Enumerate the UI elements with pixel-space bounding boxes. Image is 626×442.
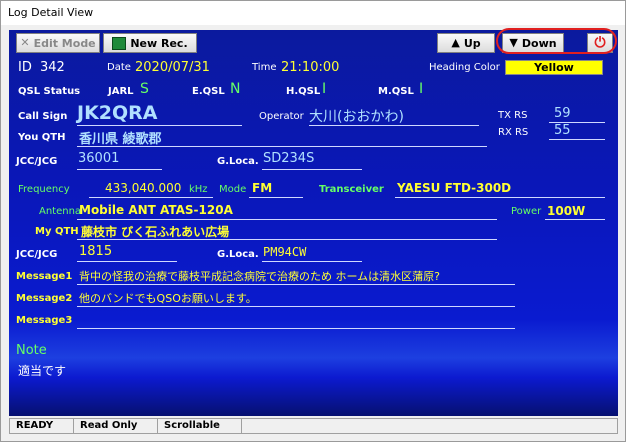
antenna-label: Antenna bbox=[39, 206, 82, 217]
up-button[interactable]: ▲ Up bbox=[437, 33, 495, 53]
tools-icon: ✕ bbox=[20, 36, 30, 49]
operator-underline bbox=[309, 125, 479, 126]
my-qth-underline bbox=[77, 239, 497, 240]
gloca-underline bbox=[262, 169, 362, 170]
detail-panel: ✕ Edit Mode New Rec. ▲ Up ▼ Down ⏻ ID 34… bbox=[9, 30, 618, 416]
transceiver-label: Transceiver bbox=[319, 184, 384, 195]
rxrs-underline bbox=[549, 139, 605, 140]
edit-mode-label: Edit Mode bbox=[33, 36, 96, 50]
operator-value[interactable]: 大川(おおかわ) bbox=[309, 106, 404, 126]
eqsl-label: E.QSL bbox=[192, 86, 225, 97]
transceiver-underline bbox=[395, 197, 605, 198]
jarl-label: JARL bbox=[108, 86, 134, 97]
heading-color-select[interactable]: Yellow bbox=[505, 60, 603, 75]
id-value: 342 bbox=[40, 60, 65, 75]
operator-label: Operator bbox=[259, 111, 304, 122]
transceiver-value[interactable]: YAESU FTD-300D bbox=[397, 181, 511, 195]
power-label: Power bbox=[511, 206, 542, 217]
mode-value[interactable]: FM bbox=[252, 181, 272, 195]
mode-label: Mode bbox=[219, 184, 247, 195]
my-jcc-label: JCC/JCG bbox=[16, 249, 58, 260]
time-value: 21:10:00 bbox=[281, 60, 340, 75]
mqsl-label: M.QSL bbox=[378, 86, 414, 97]
jcc-label: JCC/JCG bbox=[16, 156, 58, 167]
up-label: Up bbox=[463, 36, 481, 50]
message3-underline bbox=[77, 328, 515, 329]
jcc-underline bbox=[77, 169, 162, 170]
my-qth-value[interactable]: 藤枝市 びく石ふれあい広場 bbox=[81, 223, 229, 240]
txrs-value[interactable]: 59 bbox=[554, 106, 571, 121]
frequency-label: Frequency bbox=[18, 184, 70, 195]
hqsl-label: H.QSL bbox=[286, 86, 321, 97]
my-jcc-value[interactable]: 1815 bbox=[79, 244, 112, 259]
heading-color-label: Heading Color bbox=[429, 62, 500, 73]
new-record-button[interactable]: New Rec. bbox=[103, 33, 197, 53]
callsign-label: Call Sign bbox=[18, 111, 68, 122]
message2-underline bbox=[77, 306, 515, 307]
arrow-up-icon: ▲ bbox=[451, 36, 460, 49]
your-qth-underline bbox=[77, 146, 487, 147]
status-scrollable: Scrollable bbox=[157, 418, 242, 434]
mqsl-value: I bbox=[419, 81, 424, 97]
time-label: Time bbox=[252, 62, 277, 73]
gloca-value[interactable]: SD234S bbox=[263, 151, 314, 166]
antenna-value[interactable]: Mobile ANT ATAS-120A bbox=[79, 203, 233, 217]
frequency-underline bbox=[89, 197, 213, 198]
qsl-status-label: QSL Status bbox=[18, 86, 81, 97]
message3-label: Message3 bbox=[16, 315, 73, 326]
eqsl-value: N bbox=[230, 81, 241, 97]
new-record-icon bbox=[112, 36, 127, 50]
rxrs-value[interactable]: 55 bbox=[554, 123, 571, 138]
date-label: Date bbox=[107, 62, 131, 73]
callsign-value[interactable]: JK2QRA bbox=[77, 102, 158, 124]
my-qth-label: My QTH bbox=[35, 226, 79, 237]
my-gloca-value[interactable]: PM94CW bbox=[263, 245, 306, 259]
frequency-unit: kHz bbox=[189, 184, 208, 195]
title-bar: Log Detail View bbox=[1, 1, 625, 25]
id-label: ID bbox=[18, 60, 32, 75]
antenna-underline bbox=[77, 219, 497, 220]
my-jcc-underline bbox=[77, 261, 177, 262]
my-gloca-label: G.Loca. bbox=[217, 249, 259, 260]
power-value[interactable]: 100W bbox=[547, 204, 585, 218]
power-underline bbox=[545, 219, 605, 220]
status-bar: READY Read Only Scrollable bbox=[9, 417, 618, 435]
your-qth-label: You QTH bbox=[18, 132, 66, 143]
jcc-value[interactable]: 36001 bbox=[78, 151, 119, 166]
txrs-label: TX RS bbox=[498, 110, 528, 121]
log-detail-window: Log Detail View ✕ Edit Mode New Rec. ▲ U… bbox=[0, 0, 626, 442]
date-value: 2020/07/31 bbox=[135, 60, 210, 75]
status-read-only: Read Only bbox=[73, 418, 158, 434]
callsign-underline bbox=[77, 125, 242, 126]
edit-mode-button[interactable]: ✕ Edit Mode bbox=[16, 33, 100, 53]
frequency-value[interactable]: 433,040.000 bbox=[105, 181, 181, 195]
message1-value[interactable]: 背中の怪我の治療で藤枝平成記念病院で治療のため ホームは清水区蒲原? bbox=[79, 268, 440, 284]
message2-value[interactable]: 他のバンドでもQSOお願いします。 bbox=[79, 290, 257, 306]
mode-underline bbox=[249, 197, 303, 198]
note-label: Note bbox=[16, 343, 47, 358]
message1-underline bbox=[77, 284, 515, 285]
gloca-label: G.Loca. bbox=[217, 156, 259, 167]
new-rec-label: New Rec. bbox=[130, 36, 188, 50]
jarl-value: S bbox=[140, 81, 149, 97]
highlight-annotation bbox=[496, 28, 617, 54]
hqsl-value: I bbox=[322, 81, 327, 97]
message2-label: Message2 bbox=[16, 293, 73, 304]
my-gloca-underline bbox=[262, 261, 362, 262]
status-empty bbox=[241, 418, 618, 434]
message1-label: Message1 bbox=[16, 271, 73, 282]
rxrs-label: RX RS bbox=[498, 127, 529, 138]
your-qth-value[interactable]: 香川県 綾歌郡 bbox=[79, 128, 162, 147]
status-ready: READY bbox=[9, 418, 74, 434]
note-value[interactable]: 適当です bbox=[18, 362, 66, 379]
window-title: Log Detail View bbox=[8, 6, 94, 19]
